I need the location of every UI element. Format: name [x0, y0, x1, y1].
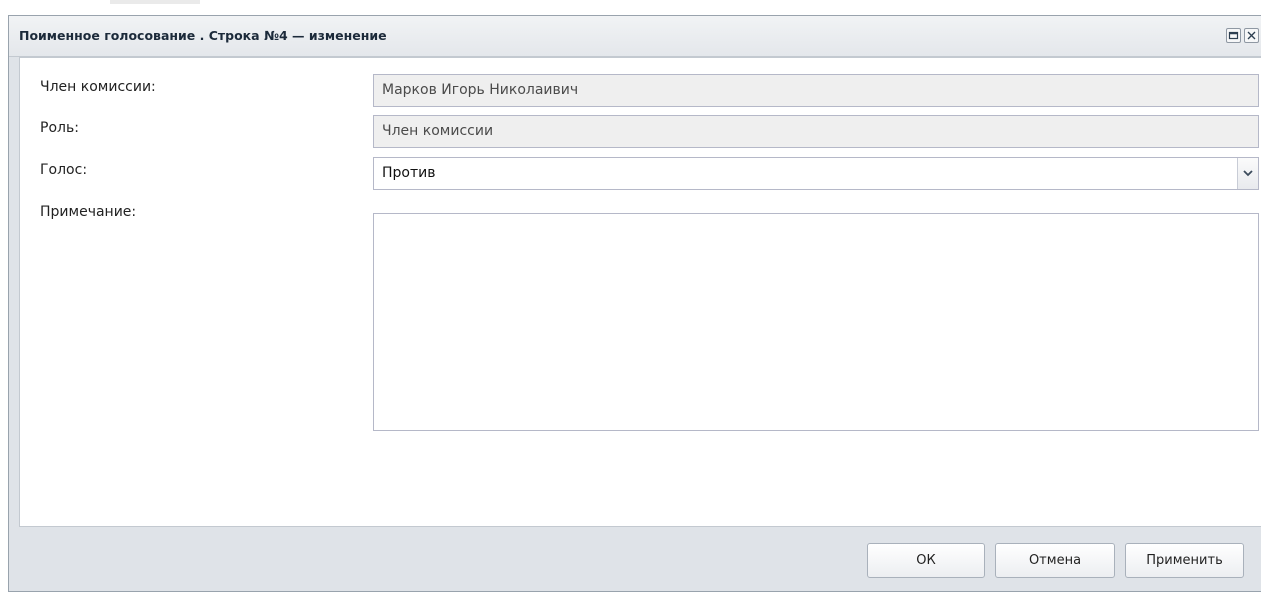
- role-label: Роль:: [40, 120, 79, 136]
- ok-button[interactable]: ОК: [867, 543, 985, 578]
- close-button[interactable]: [1244, 28, 1259, 43]
- maximize-icon: [1228, 31, 1239, 40]
- dialog-titlebar[interactable]: Поименное голосование . Строка №4 — изме…: [9, 16, 1261, 57]
- member-label: Член комиссии:: [40, 79, 156, 95]
- dialog-form-body: Член комиссии: Марков Игорь Николаивич Р…: [19, 57, 1261, 527]
- maximize-button[interactable]: [1226, 28, 1241, 43]
- close-icon: [1247, 31, 1256, 40]
- vote-select-value: Против: [382, 165, 436, 181]
- member-field[interactable]: Марков Игорь Николаивич: [373, 74, 1259, 107]
- role-field[interactable]: Член комиссии: [373, 115, 1259, 148]
- vote-select-trigger[interactable]: [1237, 158, 1258, 189]
- cancel-button[interactable]: Отмена: [995, 543, 1115, 578]
- chevron-down-icon: [1243, 170, 1253, 177]
- note-textarea[interactable]: [373, 213, 1259, 431]
- dialog-title: Поименное голосование . Строка №4 — изме…: [19, 28, 387, 43]
- vote-label: Голос:: [40, 162, 88, 178]
- vote-select[interactable]: Против: [373, 157, 1259, 190]
- edit-dialog: Поименное голосование . Строка №4 — изме…: [8, 15, 1261, 592]
- apply-button[interactable]: Применить: [1125, 543, 1244, 578]
- background-ghost-text: [110, 0, 200, 4]
- background-area: [0, 0, 1261, 14]
- note-label: Примечание:: [40, 204, 137, 220]
